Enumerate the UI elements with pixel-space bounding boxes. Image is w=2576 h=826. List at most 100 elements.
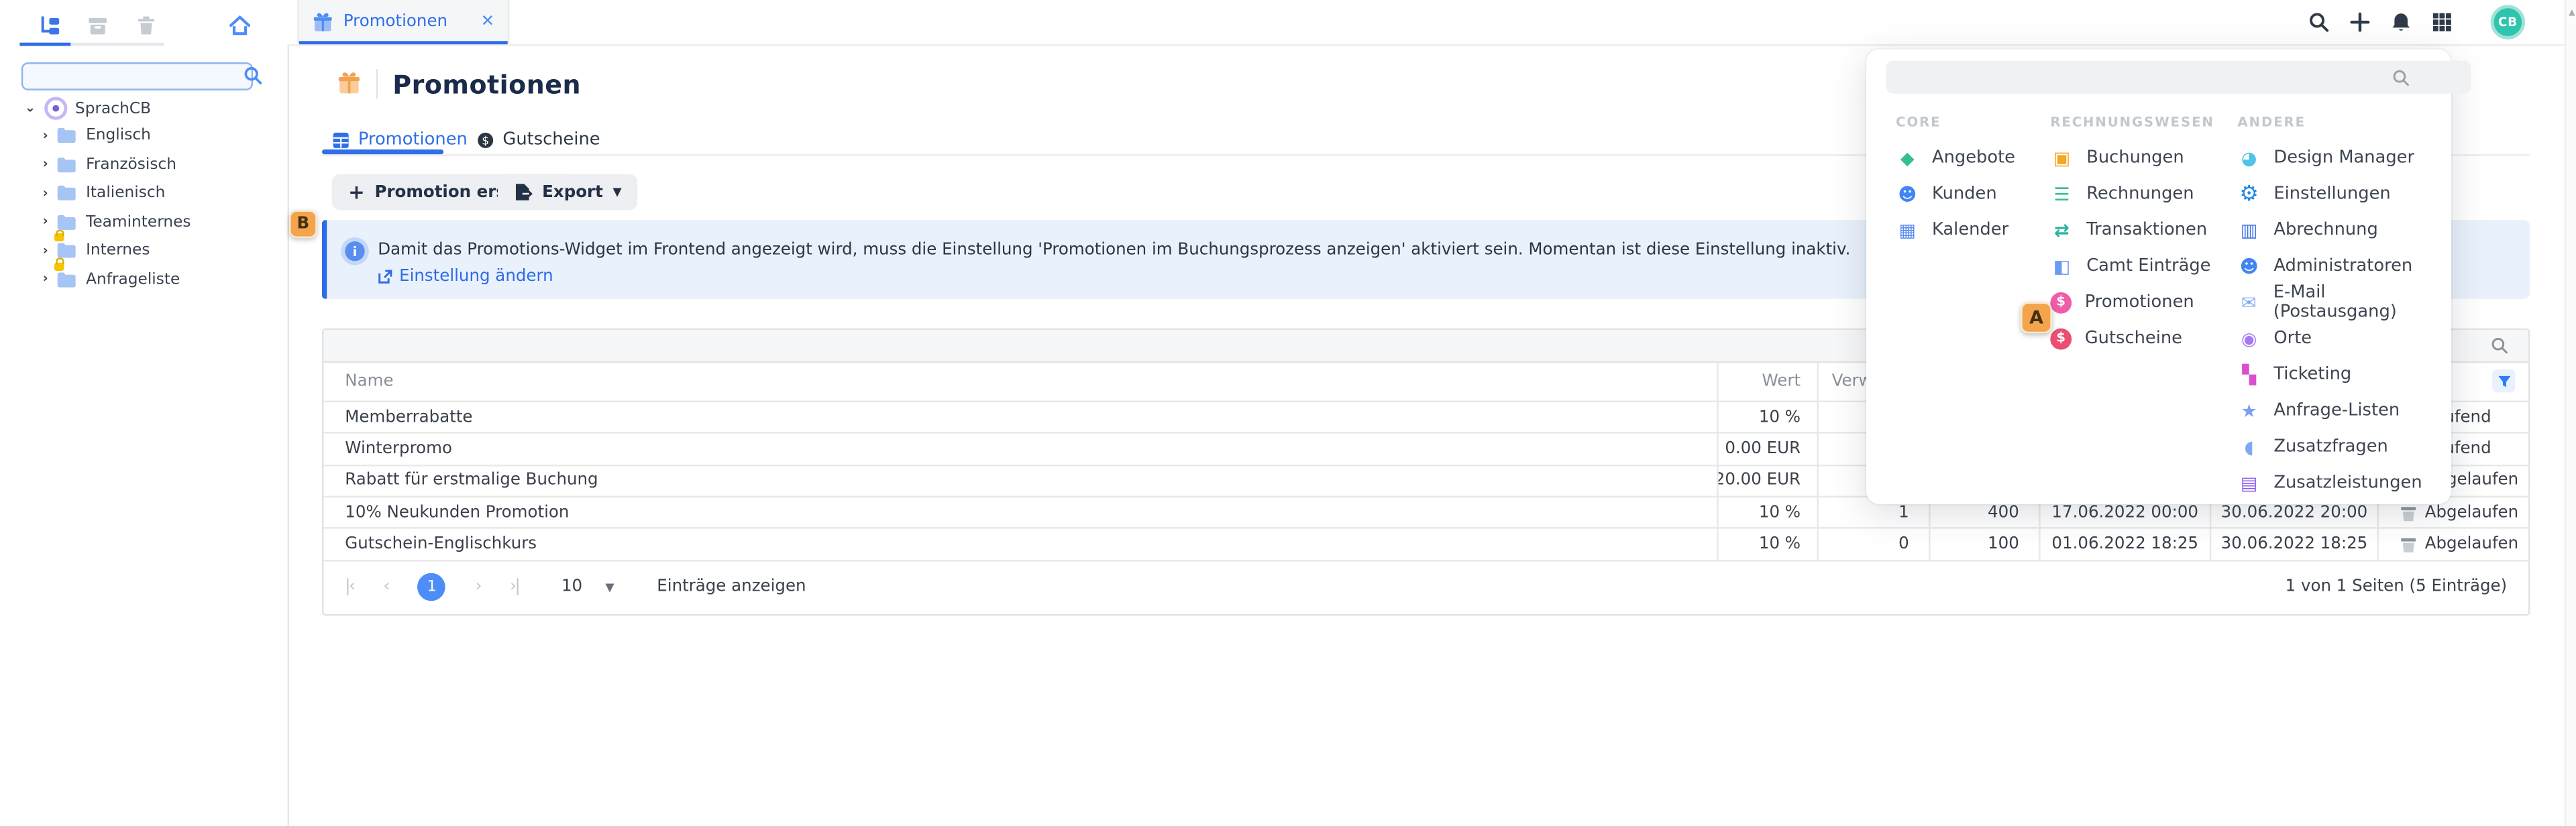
tree-item-label[interactable]: Italienisch [86,184,165,202]
cell-name[interactable]: Gutschein-Englischkurs [323,529,1717,559]
close-tab-icon[interactable]: ✕ [481,12,495,30]
menu-item-zusatzfragen[interactable]: ◖ Zusatzfragen [2238,428,2451,465]
tree-item-englisch[interactable]: › Englisch [43,127,151,145]
menu-item-ticketing[interactable]: ▚ Ticketing [2238,356,2451,392]
trash-icon[interactable] [136,15,156,36]
sidebar-search-input[interactable] [21,62,253,91]
menu-item-label[interactable]: E-Mail (Postausgang) [2273,282,2451,322]
column-header-wert[interactable]: Wert [1717,363,1817,400]
chevron-right-icon[interactable]: › [43,186,48,200]
menu-item-einstellungen[interactable]: ⚙ Einstellungen [2238,176,2451,212]
global-search-icon[interactable] [2308,11,2330,33]
column-header-name[interactable]: Name [323,363,1717,400]
menu-item-label[interactable]: Zusatzfragen [2273,436,2387,456]
tab-gutscheine[interactable]: $ Gutscheine [476,129,600,149]
menu-item-kalender[interactable]: ▦ Kalender [1896,212,2015,248]
home-icon[interactable] [228,15,251,36]
chevron-down-icon[interactable]: ⌄ [25,102,36,115]
menu-item-administratoren[interactable]: ☻ Administratoren [2238,248,2451,284]
menu-item-anfrage-listen[interactable]: ★ Anfrage-Listen [2238,392,2451,428]
menu-item-transaktionen[interactable]: ⇄ Transaktionen [2050,212,2214,248]
tab-label[interactable]: Gutscheine [502,129,600,149]
notifications-bell-icon[interactable] [2390,11,2412,33]
tree-item-label[interactable]: Anfrageliste [86,270,180,288]
current-page-button[interactable]: 1 [418,573,446,601]
menu-item-label[interactable]: Transaktionen [2086,220,2207,239]
menu-item-rechnungen[interactable]: ☰ Rechnungen [2050,176,2214,212]
tree-item-anfrageliste[interactable]: › Anfrageliste [43,270,180,288]
tab-promotionen[interactable]: Promotionen [332,129,468,149]
menu-item-kunden[interactable]: ☻ Kunden [1896,176,2015,212]
prev-page-icon[interactable]: ‹ [384,579,388,597]
first-page-icon[interactable]: |‹ [345,579,354,597]
tree-item-label[interactable]: Internes [86,241,150,259]
menu-item-abrechnung[interactable]: ▥ Abrechnung [2238,212,2451,248]
menu-item-label[interactable]: Einstellungen [2273,184,2390,203]
tab-label[interactable]: Promotionen [358,129,468,149]
menu-item-camt-eintraege[interactable]: ◧ Camt Einträge [2050,248,2214,284]
menu-item-zusatzleistungen[interactable]: ▤ Zusatzleistungen [2238,465,2451,501]
page-size-value[interactable]: 10 [561,579,582,597]
tree-item-label[interactable]: Englisch [86,127,151,145]
page-size-chevron-icon[interactable]: ▼ [605,581,614,595]
filter-funnel-icon[interactable] [2492,370,2515,393]
tree-item-franzoesisch[interactable]: › Französisch [43,155,176,173]
menu-item-label[interactable]: Orte [2273,329,2312,348]
change-setting-link[interactable]: Einstellung ändern [378,268,553,286]
cell-name[interactable]: Rabatt für erstmalige Buchung [323,465,1717,495]
tree-item-italienisch[interactable]: › Italienisch [43,184,166,202]
menu-item-label[interactable]: Gutscheine [2085,329,2182,348]
tree-root[interactable]: ⌄ SprachCB [25,97,151,119]
scroll-up-arrow-icon[interactable]: ▲ [2566,8,2576,18]
table-search-icon[interactable] [2491,337,2509,355]
menu-item-label[interactable]: Anfrage-Listen [2273,401,2400,420]
menu-item-buchungen[interactable]: ▣ Buchungen [2050,139,2214,176]
menu-item-angebote[interactable]: ◆ Angebote [1896,139,2015,176]
tree-item-label[interactable]: Teaminternes [86,213,191,231]
cell-name[interactable]: Memberrabatte [323,402,1717,432]
tree-item-label[interactable]: Französisch [86,155,176,173]
tree-item-teaminternes[interactable]: › Teaminternes [43,213,191,231]
menu-item-label[interactable]: Ticketing [2273,365,2351,384]
menu-item-label[interactable]: Rechnungen [2086,184,2194,203]
menu-item-label[interactable]: Angebote [1932,148,2015,167]
window-scrollbar[interactable]: ▲ [2565,0,2576,826]
tree-view-icon[interactable] [40,15,62,38]
chevron-right-icon[interactable]: › [43,129,48,142]
menu-item-email-postausgang[interactable]: ✉ E-Mail (Postausgang) [2238,284,2451,320]
chevron-right-icon[interactable]: › [43,215,48,229]
menu-item-label[interactable]: Administratoren [2273,256,2412,276]
archive-icon[interactable] [87,15,109,36]
cell-name[interactable]: 10% Neukunden Promotion [323,497,1717,528]
menu-item-design-manager[interactable]: ◕ Design Manager [2238,139,2451,176]
menu-item-label[interactable]: Camt Einträge [2086,256,2210,276]
menu-item-label[interactable]: Design Manager [2273,148,2414,167]
menu-item-label[interactable]: Kunden [1932,184,1997,203]
chevron-right-icon[interactable]: › [43,273,48,286]
menu-search-input[interactable] [1886,61,2471,94]
tree-root-label[interactable]: SprachCB [75,99,151,117]
menu-item-promotionen[interactable]: $ Promotionen [2050,284,2214,320]
app-launcher-grid-icon[interactable] [2431,11,2453,33]
export-button[interactable]: Export ▼ [498,174,638,211]
sidebar-search-icon[interactable] [243,66,262,85]
menu-item-gutscheine[interactable]: $ Gutscheine [2050,320,2214,357]
chevron-right-icon[interactable]: › [43,158,48,171]
menu-item-label[interactable]: Abrechnung [2273,220,2377,239]
menu-item-label[interactable]: Promotionen [2085,292,2194,312]
last-page-icon[interactable]: ›| [510,579,519,597]
avatar[interactable]: CB [2491,5,2525,39]
menu-item-label[interactable]: Zusatzleistungen [2273,473,2422,492]
app-tab-promotionen[interactable]: Promotionen ✕ [297,0,509,43]
app-tab-label[interactable]: Promotionen [343,12,471,30]
next-page-icon[interactable]: › [476,579,480,597]
table-row[interactable]: Gutschein-Englischkurs 10 % 0 100 01.06.… [323,529,2528,560]
add-icon[interactable] [2349,11,2371,33]
chevron-right-icon[interactable]: › [43,244,48,257]
change-setting-label[interactable]: Einstellung ändern [399,268,553,286]
menu-item-label[interactable]: Buchungen [2086,148,2184,167]
cell-name[interactable]: Winterpromo [323,434,1717,464]
menu-item-orte[interactable]: ◉ Orte [2238,320,2451,357]
tree-item-internes[interactable]: › Internes [43,241,150,259]
menu-item-label[interactable]: Kalender [1932,220,2008,239]
